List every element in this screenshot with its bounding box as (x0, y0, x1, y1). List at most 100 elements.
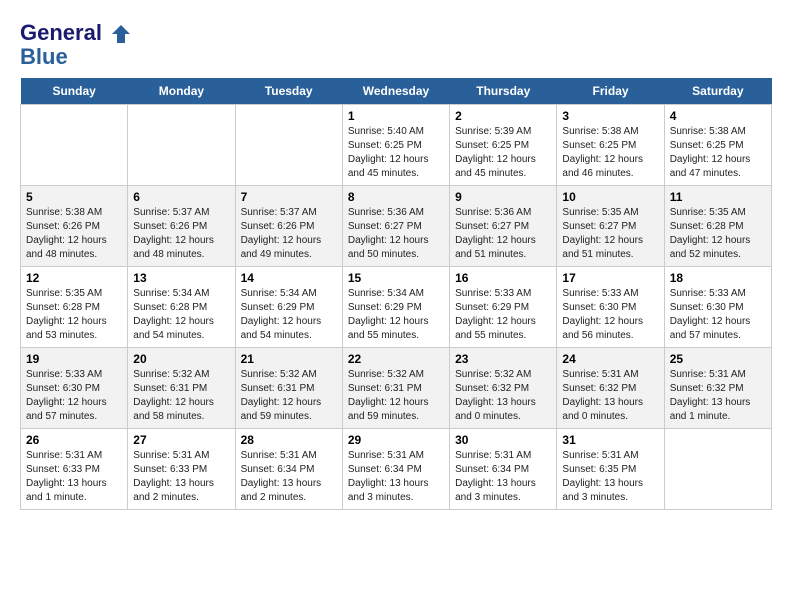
day-number: 12 (26, 271, 122, 285)
day-number: 8 (348, 190, 444, 204)
page-header: General Blue (20, 20, 772, 68)
day-number: 21 (241, 352, 337, 366)
calendar-cell (128, 105, 235, 186)
calendar-cell: 9 Sunrise: 5:36 AMSunset: 6:27 PMDaylight… (450, 186, 557, 267)
day-info: Sunrise: 5:31 AMSunset: 6:34 PMDaylight:… (348, 449, 444, 505)
day-info: Sunrise: 5:31 AMSunset: 6:34 PMDaylight:… (455, 449, 551, 505)
calendar-cell: 26 Sunrise: 5:31 AMSunset: 6:33 PMDayligh… (21, 429, 128, 510)
day-info: Sunrise: 5:38 AMSunset: 6:26 PMDaylight:… (26, 206, 122, 262)
day-number: 29 (348, 433, 444, 447)
day-info: Sunrise: 5:33 AMSunset: 6:30 PMDaylight:… (562, 287, 658, 343)
calendar-cell: 19 Sunrise: 5:33 AMSunset: 6:30 PMDayligh… (21, 348, 128, 429)
day-info: Sunrise: 5:31 AMSunset: 6:35 PMDaylight:… (562, 449, 658, 505)
day-number: 10 (562, 190, 658, 204)
day-info: Sunrise: 5:32 AMSunset: 6:31 PMDaylight:… (241, 368, 337, 424)
day-info: Sunrise: 5:35 AMSunset: 6:27 PMDaylight:… (562, 206, 658, 262)
day-info: Sunrise: 5:40 AMSunset: 6:25 PMDaylight:… (348, 125, 444, 181)
day-header-friday: Friday (557, 78, 664, 105)
week-row-5: 26 Sunrise: 5:31 AMSunset: 6:33 PMDayligh… (21, 429, 772, 510)
day-number: 24 (562, 352, 658, 366)
calendar-cell: 10 Sunrise: 5:35 AMSunset: 6:27 PMDayligh… (557, 186, 664, 267)
day-number: 1 (348, 109, 444, 123)
calendar-cell: 18 Sunrise: 5:33 AMSunset: 6:30 PMDayligh… (664, 267, 771, 348)
calendar-cell: 29 Sunrise: 5:31 AMSunset: 6:34 PMDayligh… (342, 429, 449, 510)
day-number: 9 (455, 190, 551, 204)
logo-blue: Blue (20, 46, 132, 68)
day-info: Sunrise: 5:38 AMSunset: 6:25 PMDaylight:… (670, 125, 766, 181)
calendar-cell: 8Sunrise: 5:36 AMSunset: 6:27 PMDaylight… (342, 186, 449, 267)
calendar-cell: 21 Sunrise: 5:32 AMSunset: 6:31 PMDayligh… (235, 348, 342, 429)
day-number: 19 (26, 352, 122, 366)
day-number: 2 (455, 109, 551, 123)
day-info: Sunrise: 5:34 AMSunset: 6:29 PMDaylight:… (241, 287, 337, 343)
calendar-cell: 22Sunrise: 5:32 AMSunset: 6:31 PMDayligh… (342, 348, 449, 429)
day-header-tuesday: Tuesday (235, 78, 342, 105)
day-number: 7 (241, 190, 337, 204)
day-info: Sunrise: 5:35 AMSunset: 6:28 PMDaylight:… (670, 206, 766, 262)
day-info: Sunrise: 5:33 AMSunset: 6:30 PMDaylight:… (26, 368, 122, 424)
day-header-thursday: Thursday (450, 78, 557, 105)
day-info: Sunrise: 5:35 AMSunset: 6:28 PMDaylight:… (26, 287, 122, 343)
day-number: 28 (241, 433, 337, 447)
calendar-cell (664, 429, 771, 510)
day-number: 25 (670, 352, 766, 366)
day-info: Sunrise: 5:31 AMSunset: 6:33 PMDaylight:… (26, 449, 122, 505)
day-number: 13 (133, 271, 229, 285)
day-info: Sunrise: 5:32 AMSunset: 6:31 PMDaylight:… (133, 368, 229, 424)
day-info: Sunrise: 5:36 AMSunset: 6:27 PMDaylight:… (455, 206, 551, 262)
calendar-cell: 6Sunrise: 5:37 AMSunset: 6:26 PMDaylight… (128, 186, 235, 267)
calendar-cell: 16 Sunrise: 5:33 AMSunset: 6:29 PMDayligh… (450, 267, 557, 348)
calendar-cell: 14 Sunrise: 5:34 AMSunset: 6:29 PMDayligh… (235, 267, 342, 348)
day-info: Sunrise: 5:31 AMSunset: 6:32 PMDaylight:… (670, 368, 766, 424)
calendar-cell (21, 105, 128, 186)
day-header-wednesday: Wednesday (342, 78, 449, 105)
calendar-cell: 20 Sunrise: 5:32 AMSunset: 6:31 PMDayligh… (128, 348, 235, 429)
calendar-cell: 24 Sunrise: 5:31 AMSunset: 6:32 PMDayligh… (557, 348, 664, 429)
day-number: 14 (241, 271, 337, 285)
calendar-cell: 28Sunrise: 5:31 AMSunset: 6:34 PMDayligh… (235, 429, 342, 510)
day-number: 26 (26, 433, 122, 447)
calendar-cell: 30 Sunrise: 5:31 AMSunset: 6:34 PMDayligh… (450, 429, 557, 510)
calendar-cell: 11 Sunrise: 5:35 AMSunset: 6:28 PMDayligh… (664, 186, 771, 267)
day-info: Sunrise: 5:38 AMSunset: 6:25 PMDaylight:… (562, 125, 658, 181)
calendar-cell: 13 Sunrise: 5:34 AMSunset: 6:28 PMDayligh… (128, 267, 235, 348)
calendar-cell: 27 Sunrise: 5:31 AMSunset: 6:33 PMDayligh… (128, 429, 235, 510)
day-number: 6 (133, 190, 229, 204)
calendar-cell: 17 Sunrise: 5:33 AMSunset: 6:30 PMDayligh… (557, 267, 664, 348)
day-number: 20 (133, 352, 229, 366)
calendar-cell: 23Sunrise: 5:32 AMSunset: 6:32 PMDayligh… (450, 348, 557, 429)
day-number: 15 (348, 271, 444, 285)
day-number: 17 (562, 271, 658, 285)
calendar-cell: 1 Sunrise: 5:40 AMSunset: 6:25 PMDaylight… (342, 105, 449, 186)
day-info: Sunrise: 5:34 AMSunset: 6:28 PMDaylight:… (133, 287, 229, 343)
day-number: 27 (133, 433, 229, 447)
logo-icon (110, 23, 132, 45)
week-row-4: 19 Sunrise: 5:33 AMSunset: 6:30 PMDayligh… (21, 348, 772, 429)
header-row: SundayMondayTuesdayWednesdayThursdayFrid… (21, 78, 772, 105)
day-number: 31 (562, 433, 658, 447)
calendar-cell: 31 Sunrise: 5:31 AMSunset: 6:35 PMDayligh… (557, 429, 664, 510)
day-info: Sunrise: 5:33 AMSunset: 6:30 PMDaylight:… (670, 287, 766, 343)
calendar-cell: 5Sunrise: 5:38 AMSunset: 6:26 PMDaylight… (21, 186, 128, 267)
day-number: 23 (455, 352, 551, 366)
day-number: 11 (670, 190, 766, 204)
calendar-cell: 4Sunrise: 5:38 AMSunset: 6:25 PMDaylight… (664, 105, 771, 186)
day-info: Sunrise: 5:31 AMSunset: 6:33 PMDaylight:… (133, 449, 229, 505)
calendar-cell: 15 Sunrise: 5:34 AMSunset: 6:29 PMDayligh… (342, 267, 449, 348)
week-row-3: 12 Sunrise: 5:35 AMSunset: 6:28 PMDayligh… (21, 267, 772, 348)
calendar-cell: 25 Sunrise: 5:31 AMSunset: 6:32 PMDayligh… (664, 348, 771, 429)
day-number: 16 (455, 271, 551, 285)
logo-text: General (20, 20, 132, 46)
calendar-cell: 7Sunrise: 5:37 AMSunset: 6:26 PMDaylight… (235, 186, 342, 267)
day-info: Sunrise: 5:33 AMSunset: 6:29 PMDaylight:… (455, 287, 551, 343)
day-number: 18 (670, 271, 766, 285)
calendar-cell (235, 105, 342, 186)
day-number: 3 (562, 109, 658, 123)
day-info: Sunrise: 5:32 AMSunset: 6:31 PMDaylight:… (348, 368, 444, 424)
week-row-1: 1 Sunrise: 5:40 AMSunset: 6:25 PMDaylight… (21, 105, 772, 186)
day-header-monday: Monday (128, 78, 235, 105)
day-number: 30 (455, 433, 551, 447)
day-info: Sunrise: 5:34 AMSunset: 6:29 PMDaylight:… (348, 287, 444, 343)
day-info: Sunrise: 5:31 AMSunset: 6:32 PMDaylight:… (562, 368, 658, 424)
calendar-table: SundayMondayTuesdayWednesdayThursdayFrid… (20, 78, 772, 510)
